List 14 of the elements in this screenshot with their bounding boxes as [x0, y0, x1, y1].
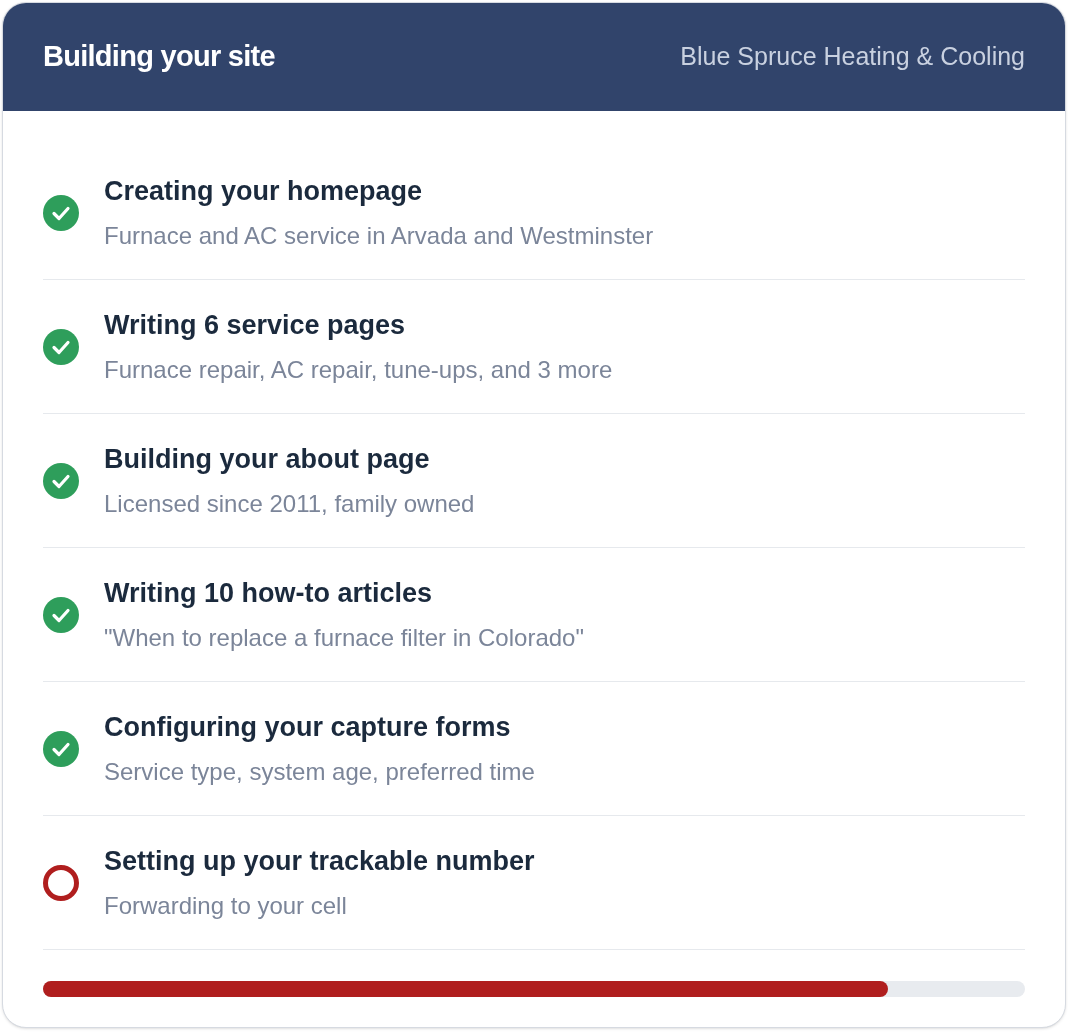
step-title: Setting up your trackable number: [104, 844, 535, 878]
business-name: Blue Spruce Heating & Cooling: [680, 41, 1025, 73]
step-title: Writing 6 service pages: [104, 308, 407, 342]
step-detail: Forwarding to your cell: [104, 890, 348, 921]
step-title: Writing 10 how-to articles: [104, 576, 434, 610]
header-title: Building your site: [43, 39, 275, 75]
step-detail: "When to replace a furnace filter in Colorado": [104, 622, 584, 653]
step-detail: Service type, system age, preferred time: [104, 756, 535, 787]
step-title: Building your about page: [104, 442, 431, 476]
step-title: Creating your homepage: [104, 174, 424, 208]
step-detail: Licensed since 2011, family owned: [104, 488, 475, 519]
step-detail: Furnace and AC service in Arvada and Westminster: [104, 220, 654, 251]
step-detail: Furnace repair, AC repair, tune-ups, and 3 more: [104, 354, 613, 385]
step-title: Configuring your capture forms: [104, 710, 512, 744]
